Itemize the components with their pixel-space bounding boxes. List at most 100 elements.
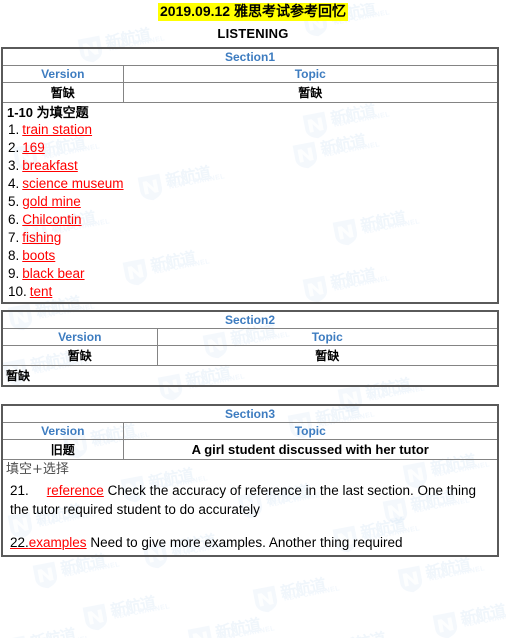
watermark-en-text: NEW CHANNEL — [113, 603, 171, 621]
table-row: 1-10 为填空题 1. train station 2. 169 3. breakfas… — [0, 102, 500, 304]
list-item: 9. black bear — [6, 265, 494, 283]
table-row: 暂缺 暂缺 — [1, 345, 500, 366]
table-row: Section1 — [0, 47, 500, 66]
watermark-cn-text: 新航道 — [459, 603, 506, 629]
list-item: 5. gold mine — [6, 193, 494, 211]
column-header-version: Version — [1, 65, 124, 83]
answer-text: Chilcontin — [22, 212, 82, 227]
list-item: 7. fishing — [6, 229, 494, 247]
section2-table: Section2 Version Topic 暂缺 暂缺 暂缺 — [0, 310, 500, 387]
column-header-topic: Topic — [156, 328, 500, 346]
answer-number: 6. — [8, 212, 20, 227]
answer-text: fishing — [22, 230, 62, 245]
page-title: 2019.09.12 雅思考试参考回忆 — [158, 3, 348, 21]
list-item: 6. Chilcontin — [6, 211, 494, 229]
table-row: Version Topic — [1, 328, 500, 346]
answer-number: 9. — [8, 266, 20, 281]
table-row: Section2 — [0, 310, 500, 329]
new-channel-watermark-icon: 新航道NEW CHANNEL — [78, 583, 191, 637]
answer-text: black bear — [22, 266, 85, 281]
section-name-cell: Section1 — [0, 47, 500, 66]
answer-text: boots — [22, 248, 56, 263]
answer-text: science museum — [22, 176, 124, 191]
section1-table: Section1 Version Topic 暂缺 暂缺 1-10 为填空题 1… — [0, 47, 500, 304]
watermark-cn-text: 新航道 — [28, 621, 77, 638]
table-row: 暂缺 暂缺 — [1, 82, 500, 103]
list-item: 8. boots — [6, 247, 494, 265]
list-item: 2. 169 — [6, 139, 494, 157]
watermark-en-text: NEW CHANNEL — [283, 585, 341, 603]
section1-answer-list: 1. train station 2. 169 3. breakfast 4. science… — [6, 121, 494, 301]
column-header-version: Version — [1, 328, 158, 346]
section-name-cell: Section2 — [0, 310, 500, 329]
section3-topic-value: A girl student discussed with her tutor — [122, 439, 500, 460]
new-channel-watermark-icon: 新航道NEW CHANNEL — [248, 565, 361, 619]
shield-logo-icon — [252, 585, 278, 613]
watermark-cn-text: 新航道 — [214, 617, 262, 638]
answer-number: 4. — [8, 176, 20, 191]
answer-text: gold mine — [22, 194, 81, 209]
answer-number: 1. — [8, 122, 20, 137]
table-row: Version Topic — [1, 422, 500, 440]
section3-table: Section3 Version Topic 旧题 A girl student… — [0, 404, 500, 557]
answer-number: 3. — [8, 158, 20, 173]
answer-text: 169 — [22, 140, 45, 155]
section2-version-value: 暂缺 — [1, 345, 158, 366]
column-header-version: Version — [1, 422, 124, 440]
answer-keyword: reference — [46, 483, 104, 498]
list-item: 10. tent — [6, 283, 494, 301]
answer-text: breakfast — [22, 158, 78, 173]
watermark-cn-text: 新航道 — [279, 577, 327, 603]
section3-body-cell: 填空+选择 21. reference Check the accuracy of… — [0, 459, 500, 557]
answer-text: train station — [22, 122, 93, 137]
new-channel-watermark-icon: 新航道NEW CHANNEL — [0, 615, 110, 638]
shield-logo-icon — [82, 603, 108, 631]
long-answer-item: 21. reference Check the accuracy of refer… — [10, 481, 490, 519]
column-header-topic: Topic — [122, 65, 500, 83]
list-item: 1. train station — [6, 121, 494, 139]
answer-number: 21. — [10, 483, 29, 498]
section1-topic-value: 暂缺 — [122, 82, 500, 103]
answer-number: 5. — [8, 194, 20, 209]
answer-number: 7. — [8, 230, 20, 245]
list-item: 4. science museum — [6, 175, 494, 193]
table-row: 旧题 A girl student discussed with her tut… — [1, 439, 500, 460]
table-row: Section3 — [0, 404, 500, 423]
watermark-en-text: NEW CHANNEL — [428, 565, 486, 583]
shield-logo-icon — [397, 565, 423, 593]
section1-version-value: 暂缺 — [1, 82, 124, 103]
section1-intro: 1-10 为填空题 — [7, 105, 89, 120]
section3-type-note: 填空+选择 — [6, 462, 69, 477]
column-header-topic: Topic — [122, 422, 500, 440]
new-channel-watermark-icon: 新航道NEW CHANNEL — [183, 605, 296, 638]
watermark-en-text: NEW CHANNEL — [218, 625, 276, 638]
shield-logo-icon — [187, 625, 213, 638]
answer-number: 8. — [8, 248, 20, 263]
section1-answers-cell: 1-10 为填空题 1. train station 2. 169 3. breakfas… — [0, 102, 500, 304]
answer-text: tent — [29, 284, 53, 299]
part-heading: LISTENING — [217, 26, 289, 41]
table-row: 填空+选择 21. reference Check the accuracy of… — [0, 459, 500, 557]
section-name-cell: Section3 — [0, 404, 500, 423]
new-channel-watermark-icon: 新航道NEW CHANNEL — [428, 591, 506, 638]
section2-body: 暂缺 — [6, 369, 31, 383]
list-item: 3. breakfast — [6, 157, 494, 175]
long-answer-item: 22.examples Need to give more examples. … — [10, 533, 490, 552]
watermark-cn-text: 新航道 — [338, 625, 387, 638]
shield-logo-icon — [32, 561, 58, 589]
section2-topic-value: 暂缺 — [156, 345, 500, 366]
section3-long-answer-list: 21. reference Check the accuracy of refer… — [6, 479, 494, 552]
table-row: Version Topic — [1, 65, 500, 83]
shield-logo-icon — [2, 635, 28, 638]
answer-number: 10. — [8, 284, 27, 299]
table-row: 暂缺 — [0, 365, 500, 387]
watermark-cn-text: 新航道 — [109, 595, 157, 621]
answer-keyword: examples — [28, 535, 87, 550]
shield-logo-icon — [432, 611, 458, 638]
answer-explanation: Need to give more examples. Another thin… — [86, 535, 403, 550]
document-title-row: 2019.09.12 雅思考试参考回忆 — [0, 3, 506, 21]
watermark-en-text: NEW CHANNEL — [463, 611, 506, 629]
new-channel-watermark-icon: 新航道NEW CHANNEL — [308, 619, 421, 638]
section3-version-value: 旧题 — [1, 439, 124, 460]
answer-number: 2. — [8, 140, 20, 155]
